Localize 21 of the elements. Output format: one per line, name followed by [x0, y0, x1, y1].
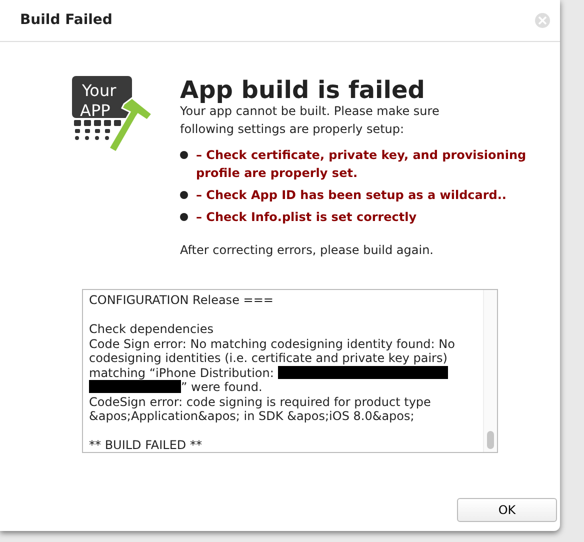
- bullet-icon: [180, 150, 188, 159]
- log-line: ** BUILD FAILED **: [89, 438, 203, 452]
- scrollbar[interactable]: [483, 290, 497, 452]
- check-item: – Check certificate, private key, and provisioning profile are properly set.: [196, 146, 528, 182]
- instruction-text: After correcting errors, please build again.: [180, 242, 434, 259]
- log-line: CodeSign error: code signing is required for product type &apos;Application&apos; in SDK &apos;iOS 8.0&apos;: [89, 394, 432, 424]
- app-build-logo: Your APP: [72, 76, 172, 176]
- log-line: Code Sign error: No matching codesigning identity found: No codesigning identities (i.e. certificate and private key pairs): [89, 336, 456, 366]
- log-line: Check dependencies: [89, 322, 215, 337]
- check-item: – Check Info.plist is set correctly: [196, 208, 417, 226]
- bullet-icon: [180, 190, 188, 199]
- ok-button[interactable]: OK: [457, 498, 557, 522]
- log-line: ” were found.: [181, 380, 262, 394]
- heading: App build is failed: [180, 78, 426, 104]
- check-item: – Check App ID has been setup as a wildcard..: [196, 186, 506, 204]
- log-line: CONFIGURATION Release ===: [89, 293, 274, 308]
- bullet-icon: [180, 212, 188, 221]
- log-line: matching “iPhone Distribution:: [89, 366, 275, 380]
- close-icon[interactable]: [535, 13, 550, 28]
- window-title: Build Failed: [20, 11, 112, 30]
- intro-text: Your app cannot be built. Please make sure following settings are properly setup:: [180, 103, 440, 138]
